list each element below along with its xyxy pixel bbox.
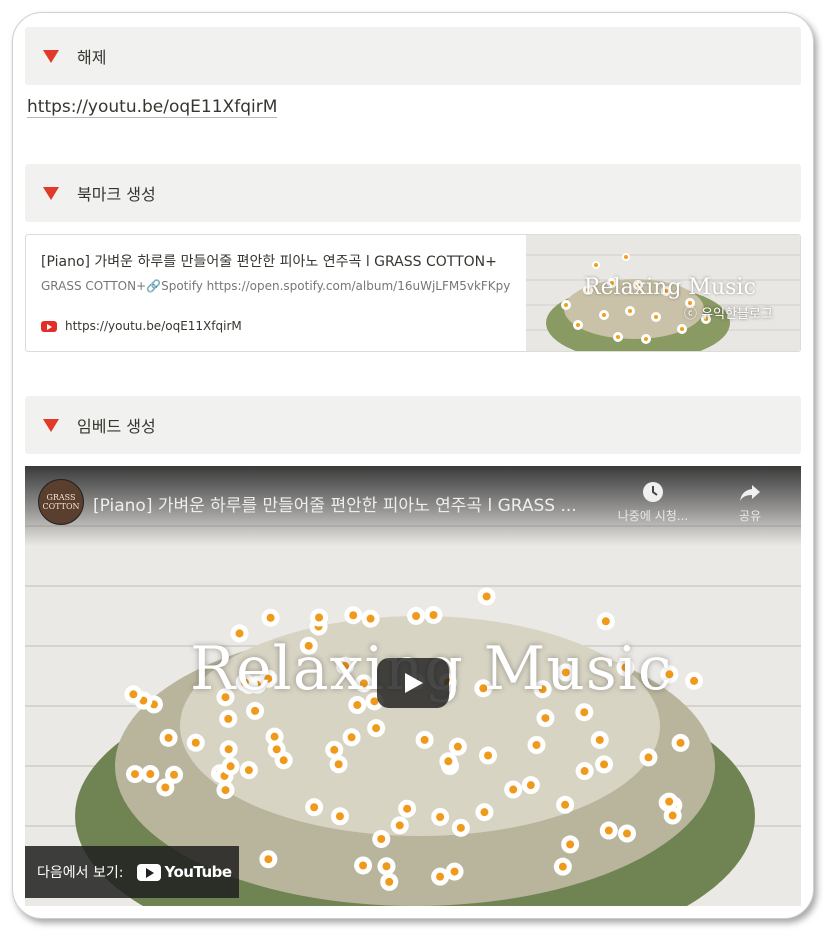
red-triangle-down-icon[interactable]: [43, 418, 59, 432]
watch-on-youtube-button[interactable]: 다음에서 보기: YouTube: [25, 846, 239, 898]
video-title[interactable]: [Piano] 가벼운 하루를 만들어줄 편안한 피아노 연주곡 l GRASS…: [93, 491, 613, 516]
watch-on-label: 다음에서 보기:: [37, 865, 124, 881]
youtube-embed-player[interactable]: GRASS COTTON [Piano] 가벼운 하루를 만들어줄 편안한 피아…: [25, 466, 801, 906]
bookmark-description: GRASS COTTON+🔗Spotify https://open.spoti…: [41, 279, 511, 293]
red-triangle-down-icon[interactable]: [43, 49, 59, 63]
avatar-text-line-2: COTTON: [42, 502, 80, 511]
youtube-logo-icon: [137, 863, 162, 881]
thumbnail-watermark: ⓒ 유익한블로그: [684, 307, 773, 322]
share-button[interactable]: 공유: [725, 480, 775, 524]
avatar-text-line-1: GRASS: [46, 493, 76, 502]
red-triangle-down-icon[interactable]: [43, 186, 59, 200]
watch-later-label: 나중에 시청...: [617, 509, 689, 523]
youtube-link[interactable]: https://youtu.be/oqE11XfqirM: [27, 97, 278, 118]
thumbnail-overlay-text: Relaxing Music: [584, 275, 756, 300]
bookmark-title: [Piano] 가벼운 하루를 만들어줄 편안한 피아노 연주곡 l GRASS…: [41, 254, 497, 270]
bookmark-thumbnail: Relaxing Music ⓒ 유익한블로그: [526, 235, 800, 351]
toggle-embed[interactable]: 임베드 생성: [25, 396, 801, 454]
youtube-logo: YouTube: [137, 863, 232, 881]
share-label: 공유: [738, 509, 762, 523]
clock-icon: [643, 482, 663, 502]
play-icon[interactable]: [377, 658, 449, 708]
section-title-bookmark: 북마크 생성: [77, 185, 156, 204]
channel-avatar[interactable]: GRASS COTTON: [38, 479, 84, 525]
bookmark-url-text: https://youtu.be/oqE11XfqirM: [65, 319, 242, 333]
bookmark-card[interactable]: [Piano] 가벼운 하루를 만들어줄 편안한 피아노 연주곡 l GRASS…: [25, 234, 801, 352]
page-card: 해제 https://youtu.be/oqE11XfqirM 북마크 생성 […: [12, 12, 814, 919]
toggle-unlock[interactable]: 해제: [25, 27, 801, 85]
youtube-logo-text: YouTube: [164, 863, 232, 881]
share-arrow-icon: [740, 485, 760, 501]
section-title-unlock: 해제: [77, 48, 107, 67]
youtube-favicon-icon: [41, 320, 57, 332]
watch-later-button[interactable]: 나중에 시청...: [608, 480, 698, 524]
bookmark-url: https://youtu.be/oqE11XfqirM: [41, 319, 242, 333]
section-title-embed: 임베드 생성: [77, 417, 156, 436]
toggle-bookmark[interactable]: 북마크 생성: [25, 164, 801, 222]
